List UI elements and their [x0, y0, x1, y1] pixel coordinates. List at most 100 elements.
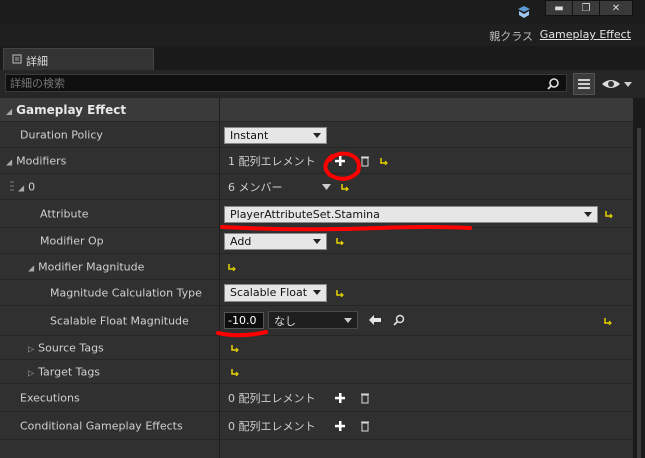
title-bar: ▬ ❐ ✕ [0, 0, 645, 24]
expand-triangle-icon: ▷ [28, 368, 35, 377]
trash-icon[interactable] [359, 420, 371, 432]
source-tags-label: Source Tags [38, 341, 104, 354]
conditional-count: 0 配列エレメント [228, 419, 316, 433]
row-source-tags: ▷ Source Tags [0, 336, 633, 360]
executions-label: Executions [20, 391, 80, 404]
view-options-button[interactable] [600, 73, 634, 95]
duration-policy-label: Duration Policy [20, 128, 103, 141]
collapse-triangle-icon: ◢ [18, 183, 25, 192]
modifier-magnitude-wrap[interactable]: ◢ Modifier Magnitude [28, 260, 144, 273]
source-tags-wrap[interactable]: ▷ Source Tags [28, 341, 104, 354]
category-gameplay-effect[interactable]: ◢ Gameplay Effect [0, 98, 633, 122]
grid-icon [578, 79, 590, 89]
attribute-label: Attribute [40, 207, 89, 220]
index0-members: 6 メンバー [228, 180, 283, 194]
eye-icon [602, 80, 632, 88]
property-matrix-button[interactable] [573, 73, 595, 95]
chevron-down-icon [584, 212, 592, 217]
chevron-down-icon [313, 133, 321, 138]
reset-arrow-icon[interactable] [231, 344, 239, 352]
search-row [0, 70, 645, 98]
details-icon [12, 54, 22, 64]
parent-class-row: 親クラス Gameplay Effect [0, 24, 645, 46]
search-box[interactable] [5, 74, 567, 92]
collapse-triangle-icon: ◢ [28, 263, 35, 272]
reset-arrow-icon[interactable] [336, 237, 344, 245]
scalable-float-value-field[interactable]: -10.0 [224, 312, 264, 329]
attribute-value: PlayerAttributeSet.Stamina [230, 208, 380, 221]
curve-table-combo[interactable]: なし [268, 311, 358, 329]
details-panel: ◢ Gameplay Effect Duration Policy Instant… [0, 98, 633, 458]
reset-arrow-icon[interactable] [228, 263, 236, 271]
row-target-tags: ▷ Target Tags [0, 360, 633, 384]
chevron-down-icon [313, 239, 321, 244]
conditional-label: Conditional Gameplay Effects [20, 419, 183, 432]
reset-arrow-icon[interactable] [231, 368, 239, 376]
expand-triangle-icon: ▷ [28, 344, 35, 353]
reset-arrow-icon[interactable] [605, 210, 613, 218]
row-scalable-float-magnitude: Scalable Float Magnitude -10.0 なし [0, 306, 633, 336]
chevron-down-icon [344, 318, 352, 323]
blueprint-icon [518, 6, 530, 18]
row-modifiers: ◢ Modifiers 1 配列エレメント [0, 148, 633, 174]
modifiers-count: 1 配列エレメント [228, 154, 316, 168]
minimize-button[interactable]: ▬ [545, 0, 573, 16]
duration-policy-combo[interactable]: Instant [224, 127, 327, 144]
parent-class-label: 親クラス [489, 30, 533, 43]
collapse-triangle-icon: ◢ [6, 157, 13, 166]
tab-strip: 詳細 [0, 46, 645, 70]
row-conditional-gameplay-effects: Conditional Gameplay Effects 0 配列エレメント [0, 412, 633, 440]
trash-icon[interactable] [359, 392, 371, 404]
category-label: Gameplay Effect [16, 102, 127, 117]
scrollbar-thumb[interactable] [637, 128, 641, 458]
use-selected-arrow-icon[interactable] [368, 314, 382, 326]
chevron-down-icon [313, 290, 321, 295]
scalable-float-value: -10.0 [228, 314, 257, 327]
browse-search-icon[interactable] [392, 314, 405, 327]
chevron-down-icon[interactable] [322, 184, 331, 190]
row-modifier-op: Modifier Op Add [0, 228, 633, 254]
modifier-op-value: Add [230, 235, 252, 248]
reset-arrow-icon[interactable] [604, 317, 612, 325]
target-tags-wrap[interactable]: ▷ Target Tags [28, 365, 100, 378]
row-modifier-magnitude: ◢ Modifier Magnitude [0, 254, 633, 280]
reset-arrow-icon[interactable] [380, 157, 388, 165]
row-magnitude-calc-type: Magnitude Calculation Type Scalable Floa… [0, 280, 633, 306]
tab-label: 詳細 [26, 55, 48, 68]
row-duration-policy: Duration Policy Instant [0, 122, 633, 148]
reset-arrow-icon[interactable] [341, 183, 349, 191]
modifiers-label: Modifiers [16, 154, 67, 167]
executions-count: 0 配列エレメント [228, 391, 316, 405]
add-element-icon[interactable] [334, 420, 346, 432]
search-icon[interactable] [546, 77, 560, 91]
modifier-magnitude-label: Modifier Magnitude [38, 260, 145, 273]
row-array-index-0: ◢ 0 6 メンバー [0, 174, 633, 200]
row-executions: Executions 0 配列エレメント [0, 384, 633, 412]
scalable-float-label: Scalable Float Magnitude [50, 314, 189, 327]
row-attribute: Attribute PlayerAttributeSet.Stamina [0, 200, 633, 228]
duration-policy-value: Instant [230, 129, 269, 142]
collapse-triangle-icon: ◢ [6, 106, 13, 116]
category-title: ◢ Gameplay Effect [6, 103, 126, 117]
target-tags-label: Target Tags [38, 365, 101, 378]
close-button[interactable]: ✕ [599, 0, 633, 16]
modifier-op-label: Modifier Op [40, 234, 104, 247]
search-input[interactable] [10, 76, 530, 90]
reset-arrow-icon[interactable] [336, 289, 344, 297]
modifier-op-combo[interactable]: Add [224, 233, 327, 250]
attribute-combo[interactable]: PlayerAttributeSet.Stamina [224, 206, 598, 223]
trash-icon[interactable] [359, 155, 371, 167]
parent-class-link[interactable]: Gameplay Effect [540, 28, 631, 41]
restore-button[interactable]: ❐ [572, 0, 600, 16]
column-divider[interactable] [219, 98, 220, 458]
modifiers-label-wrap[interactable]: ◢ Modifiers [6, 154, 66, 167]
magnitude-calc-combo[interactable]: Scalable Float [224, 284, 327, 302]
curve-table-value: なし [274, 315, 296, 328]
vertical-scrollbar[interactable] [633, 98, 645, 458]
drag-handle-icon[interactable] [10, 181, 14, 191]
index0-label-wrap[interactable]: ◢ 0 [18, 180, 35, 193]
tab-details[interactable]: 詳細 [3, 48, 154, 70]
index0-label: 0 [28, 180, 36, 193]
add-element-icon[interactable] [334, 392, 346, 404]
add-element-icon[interactable] [334, 155, 346, 167]
